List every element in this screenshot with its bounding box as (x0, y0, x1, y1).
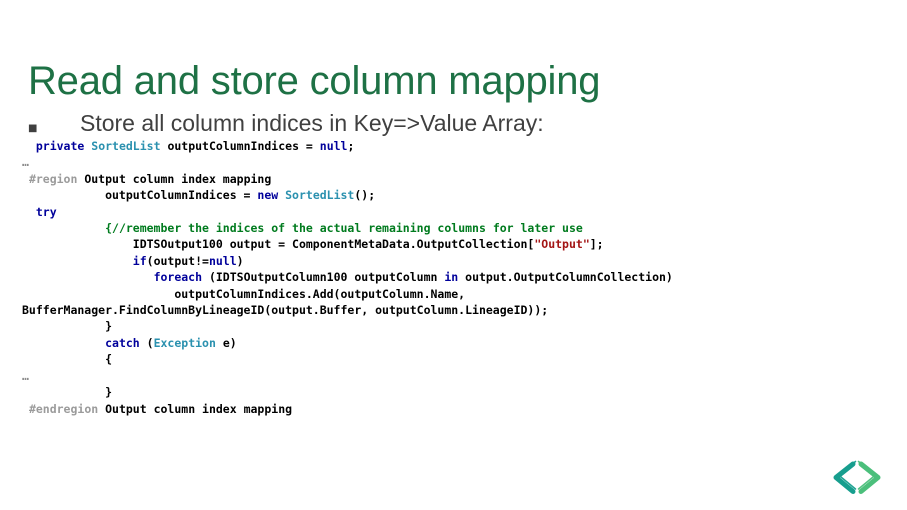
line-new-sortedlist: outputColumnIndices = new SortedList(); (22, 187, 892, 203)
code-token: { (22, 221, 113, 236)
code-snippet-block: private SortedList outputColumnIndices =… (22, 138, 892, 417)
code-token: Output column index mapping (77, 171, 272, 186)
code-token: in (444, 270, 459, 285)
code-token: ( (139, 335, 154, 350)
line-region: #region Output column index mapping (22, 171, 892, 187)
code-token: if (132, 253, 147, 268)
slide-canvas: Read and store column mapping ■ Store al… (0, 0, 907, 510)
bullet-item-label: Store all column indices in Key=>Value A… (80, 110, 544, 136)
code-token: IDTSOutput100 output = ComponentMetaData… (22, 237, 535, 252)
code-token: null (208, 253, 237, 268)
line-ellipsis-2: … (22, 368, 892, 384)
line-comment: {//remember the indices of the actual re… (22, 220, 892, 236)
line-add: outputColumnIndices.Add(outputColumn.Nam… (22, 286, 892, 302)
line-foreach: foreach (IDTSOutputColumn100 outputColum… (22, 269, 892, 285)
code-token: SortedList (91, 139, 161, 153)
line-close-brace-1: } (22, 318, 892, 334)
line-try: try (22, 204, 892, 220)
code-token: new (257, 188, 279, 203)
code-token: outputColumnIndices = (160, 139, 320, 153)
code-token: e) (215, 335, 237, 350)
code-token: ]; (589, 237, 604, 252)
code-token: (output!= (146, 253, 209, 268)
code-token: ; (347, 139, 355, 153)
line-if-null: if(output!=null) (22, 253, 892, 269)
code-token: output.OutputColumnCollection) (458, 270, 673, 285)
code-token: { (22, 352, 113, 367)
code-token: null (319, 139, 348, 153)
code-token: Exception (153, 335, 216, 350)
code-token: catch (105, 335, 140, 350)
line-ellipsis-1: … (22, 154, 892, 170)
code-token: try (35, 204, 57, 219)
line-declaration: private SortedList outputColumnIndices =… (22, 138, 892, 154)
code-token: "Output" (534, 237, 590, 252)
code-token: } (22, 385, 113, 400)
page-title: Read and store column mapping (28, 58, 601, 103)
code-token: ) (236, 253, 244, 268)
code-token: SortedList (285, 188, 355, 203)
code-token: outputColumnIndices.Add(outputColumn.Nam… (22, 286, 466, 301)
code-token: Output column index mapping (98, 401, 293, 416)
line-buffermanager: BufferManager.FindColumnByLineageID(outp… (22, 302, 892, 318)
code-token: #region (28, 171, 78, 186)
code-token: … (22, 155, 29, 170)
code-token: (); (354, 188, 376, 203)
code-token: foreach (153, 270, 203, 285)
line-open-brace: { (22, 351, 892, 367)
code-token: (IDTSOutputColumn100 outputColumn (202, 270, 445, 285)
code-token: private (35, 139, 85, 153)
line-output-assign: IDTSOutput100 output = ComponentMetaData… (22, 236, 892, 252)
code-token: //remember the indices of the actual rem… (112, 221, 583, 236)
code-token: #endregion (28, 401, 99, 416)
code-token: outputColumnIndices = (22, 188, 258, 203)
line-catch: catch (Exception e) (22, 335, 892, 351)
line-endregion: #endregion Output column index mapping (22, 401, 892, 417)
code-brackets-logo (823, 456, 891, 500)
code-token: … (22, 368, 29, 383)
code-token: BufferManager.FindColumnByLineageID(outp… (22, 303, 549, 318)
line-close-brace-2: } (22, 384, 892, 400)
code-token: } (22, 319, 113, 334)
